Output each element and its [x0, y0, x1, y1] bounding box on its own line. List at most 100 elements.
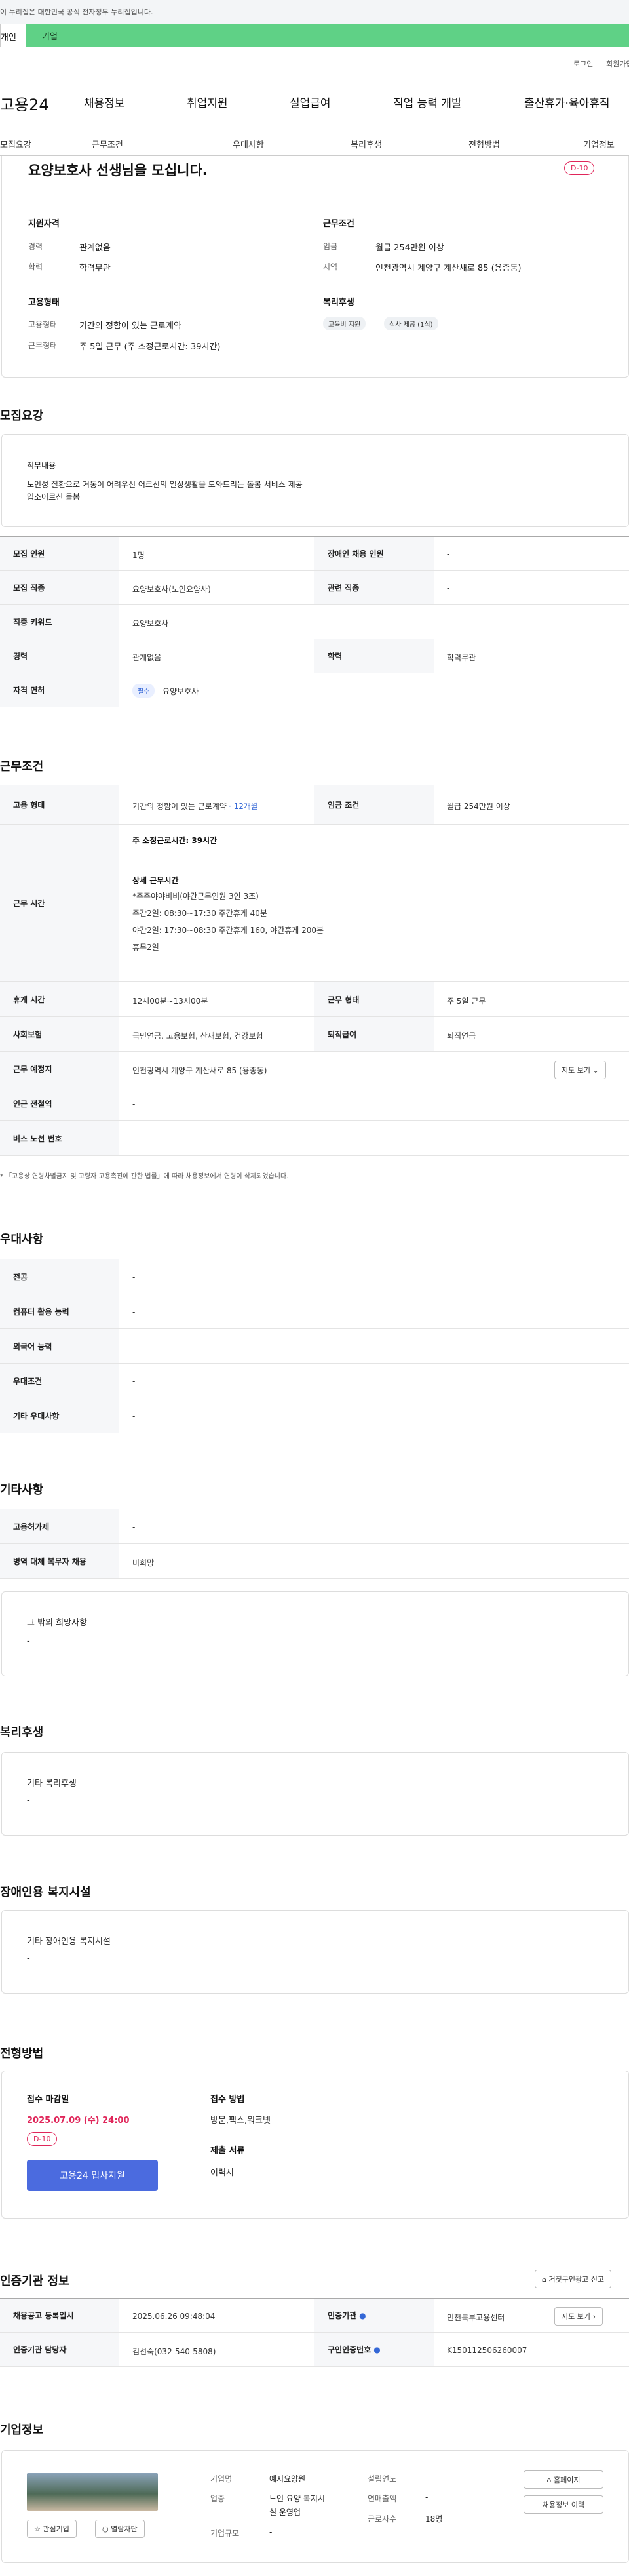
- report-button-label: 거짓구인광고 신고: [548, 2275, 604, 2284]
- row-header: 직종 키워드: [0, 605, 119, 639]
- docs-title: 제출 서류: [210, 2146, 245, 2156]
- etc-heading: 기타사항: [0, 1483, 44, 1497]
- row-header: 휴게 시간: [0, 982, 119, 1016]
- row-value: 기간의 정함이 있는 근로계약 · 12개월: [132, 801, 258, 812]
- table-row: 모집 인원 1명 장애인 채용 인원 -: [0, 537, 629, 571]
- row-header: 퇴직급여: [314, 1017, 434, 1051]
- industry-value: 설 운영업: [269, 2508, 301, 2517]
- deadline-title: 접수 마감일: [27, 2095, 69, 2105]
- table-row: 기타 우대사항 -: [0, 1398, 629, 1433]
- info-icon[interactable]: ●: [359, 2311, 366, 2320]
- info-icon[interactable]: ●: [373, 2345, 380, 2354]
- row-header: 장애인 채용 인원: [314, 537, 434, 570]
- nav-company[interactable]: 기업정보: [583, 138, 615, 150]
- row-header: 모집 인원: [0, 537, 119, 570]
- row-value: 2025.06.26 09:48:04: [132, 2312, 216, 2321]
- welfare-chip: 식사 제공 (1식): [384, 317, 438, 330]
- row-header: 고용 형태: [0, 785, 119, 824]
- login-link[interactable]: 로그인: [573, 58, 593, 69]
- sales-value: -: [425, 2493, 429, 2502]
- chevron-down-icon: ⌄: [592, 1066, 599, 1075]
- gnb-employment-support[interactable]: 취업지원: [187, 94, 228, 110]
- dday-badge: D-10: [27, 2132, 58, 2146]
- employee-value: 18명: [425, 2514, 443, 2524]
- row-value: 김선숙(032-540-5808): [132, 2347, 216, 2356]
- map-button-label: 지도 보기: [562, 2312, 590, 2321]
- emp-type: 기간의 정함이 있는 근로계약: [132, 802, 227, 811]
- gnb-training[interactable]: 직업 능력 개발: [393, 94, 462, 110]
- org-label: 인증기관: [328, 2311, 357, 2320]
- user-type-tabs: 개인 기업: [0, 24, 629, 47]
- industry-label: 업종: [210, 2494, 225, 2503]
- site-logo[interactable]: 고용24: [0, 92, 49, 115]
- row-value: -: [132, 1134, 136, 1143]
- row-header: 병역 대체 복무자 채용: [0, 1544, 119, 1578]
- row-header: 구인인증번호 ●: [314, 2333, 434, 2366]
- tab-personal[interactable]: 개인: [0, 24, 26, 47]
- employee-label: 근로자수: [368, 2514, 397, 2524]
- nav-method[interactable]: 전형방법: [468, 138, 500, 150]
- weekly-hours: 주 소정근로시간: 39시간: [132, 836, 218, 845]
- section-nav: 모집요강 근무조건 우대사항 복리후생 전형방법 기업정보: [0, 129, 629, 156]
- box-value: -: [27, 1796, 30, 1806]
- gnb-jobs[interactable]: 채용정보: [84, 94, 125, 110]
- tab-company[interactable]: 기업: [26, 24, 629, 47]
- region-label: 지역: [323, 262, 338, 271]
- favorite-label: 관심기업: [43, 2525, 69, 2533]
- wage-label: 임금: [323, 242, 338, 251]
- welfare-box: 기타 복리후생 -: [1, 1752, 629, 1836]
- row-value: 퇴직연금: [447, 1031, 476, 1040]
- detail-hours-line: 휴무2일: [132, 943, 159, 952]
- star-icon: ☆: [34, 2525, 41, 2533]
- recruit-heading: 모집요강: [0, 409, 44, 423]
- map-button[interactable]: 지도 보기 ⌄: [554, 1061, 606, 1079]
- size-label: 기업규모: [210, 2529, 240, 2538]
- required-badge: 필수: [132, 684, 155, 698]
- box-title: 기타 복리후생: [27, 1779, 77, 1789]
- docs-value: 이력서: [210, 2168, 234, 2178]
- agency-map-button[interactable]: 지도 보기 ›: [554, 2307, 603, 2326]
- apply-button[interactable]: 고용24 입사지원: [27, 2160, 158, 2191]
- row-value: 요양보호사: [162, 687, 199, 696]
- report-button[interactable]: ⌂ 거짓구인광고 신고: [535, 2270, 611, 2288]
- nav-preference[interactable]: 우대사항: [233, 138, 264, 150]
- table-row: 근무 예정지 인천광역시 계양구 계산새로 85 (용종동) 지도 보기 ⌄: [0, 1052, 629, 1086]
- table-row: 인근 전철역 -: [0, 1086, 629, 1121]
- box-title: 그 밖의 희망사항: [27, 1618, 87, 1628]
- row-header: 임금 조건: [314, 785, 434, 824]
- signup-link[interactable]: 회원가입: [606, 58, 629, 69]
- table-row: 전공 -: [0, 1259, 629, 1294]
- row-header: 인근 전철역: [0, 1086, 119, 1120]
- nav-recruit[interactable]: 모집요강: [0, 138, 31, 150]
- company-photo: [27, 2473, 158, 2511]
- emptype-label: 고용형태: [28, 320, 58, 329]
- table-row: 컴퓨터 활용 능력 -: [0, 1294, 629, 1329]
- row-header: 관련 직종: [314, 571, 434, 604]
- block-view-button[interactable]: ○ 열람차단: [95, 2520, 145, 2538]
- preference-heading: 우대사항: [0, 1233, 44, 1246]
- gnb-unemployment[interactable]: 실업급여: [290, 94, 331, 110]
- company-box: ☆ 관심기업 ○ 열람차단 기업명 예지요양원 업종 노인 요양 복지시 설 운…: [1, 2450, 629, 2563]
- job-title: 요양보호사 선생님을 모십니다.: [28, 163, 208, 178]
- homepage-button[interactable]: ⌂ 홈페이지: [524, 2470, 603, 2489]
- nav-welfare[interactable]: 복리후생: [351, 138, 382, 150]
- gov-notice: 이 누리집은 대한민국 공식 전자정부 누리집입니다.: [0, 0, 629, 24]
- row-value: 비희망: [132, 1558, 155, 1568]
- row-value: 학력무관: [447, 653, 476, 662]
- row-value: -: [132, 1522, 136, 1532]
- conditions-table: 고용 형태 기간의 정함이 있는 근로계약 · 12개월 임금 조건 월급 254만…: [0, 785, 629, 1156]
- emp-period: · 12개월: [228, 802, 258, 811]
- year-label: 설립연도: [368, 2474, 397, 2484]
- nav-conditions[interactable]: 근무조건: [92, 138, 123, 150]
- favorite-company-button[interactable]: ☆ 관심기업: [27, 2520, 77, 2538]
- row-value: -: [132, 1377, 136, 1386]
- wage-value: 월급 254만원 이상: [375, 243, 444, 253]
- row-header: 고용허가제: [0, 1509, 119, 1543]
- preference-table: 전공 - 컴퓨터 활용 능력 - 외국어 능력 - 우대조건 - 기타 우대사항 -: [0, 1259, 629, 1433]
- gnb-parental-leave[interactable]: 출산휴가·육아휴직: [524, 94, 610, 110]
- row-value: -: [132, 1342, 136, 1351]
- history-button[interactable]: 채용정보 이력: [524, 2495, 603, 2514]
- method-heading: 전형방법: [0, 2047, 44, 2061]
- table-row: 고용허가제 -: [0, 1509, 629, 1544]
- edu-value: 학력무관: [79, 264, 111, 273]
